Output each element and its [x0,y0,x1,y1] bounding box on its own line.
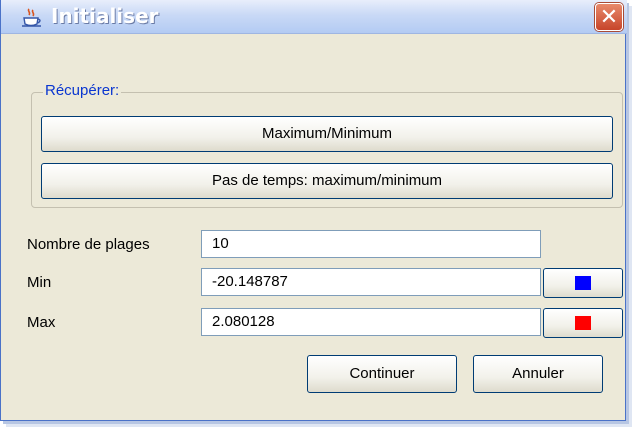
close-button[interactable]: ✕ [595,3,623,31]
title-bar[interactable]: Initialiser ✕ [1,0,627,34]
max-color-button[interactable] [543,308,623,338]
max-label: Max [27,314,56,331]
window-title: Initialiser [51,4,159,28]
continue-button[interactable]: Continuer [307,355,457,393]
java-coffee-cup-icon [22,8,41,27]
recover-group-legend: Récupérer: [43,82,122,99]
maximum-minimum-button[interactable]: Maximum/Minimum [41,116,613,152]
cancel-button-label: Annuler [512,365,564,382]
cancel-button[interactable]: Annuler [473,355,603,393]
maximum-minimum-button-label: Maximum/Minimum [261,125,392,142]
ranges-input[interactable]: 10 [201,230,541,258]
timestep-maximum-minimum-button-label: Pas de temps: maximum/minimum [211,172,443,189]
max-input[interactable]: 2.080128 [201,308,541,336]
continue-button-label: Continuer [349,365,415,382]
close-icon: ✕ [599,5,619,30]
min-color-swatch [575,276,591,290]
min-label: Min [27,274,52,291]
min-color-button[interactable] [543,268,623,298]
max-color-swatch [575,316,591,330]
min-input[interactable]: -20.148787 [201,268,541,296]
timestep-maximum-minimum-button[interactable]: Pas de temps: maximum/minimum [41,163,613,199]
ranges-label: Nombre de plages [27,236,150,253]
dialog-window: Initialiser ✕ Récupérer: Maximum/Minimum… [0,0,627,421]
